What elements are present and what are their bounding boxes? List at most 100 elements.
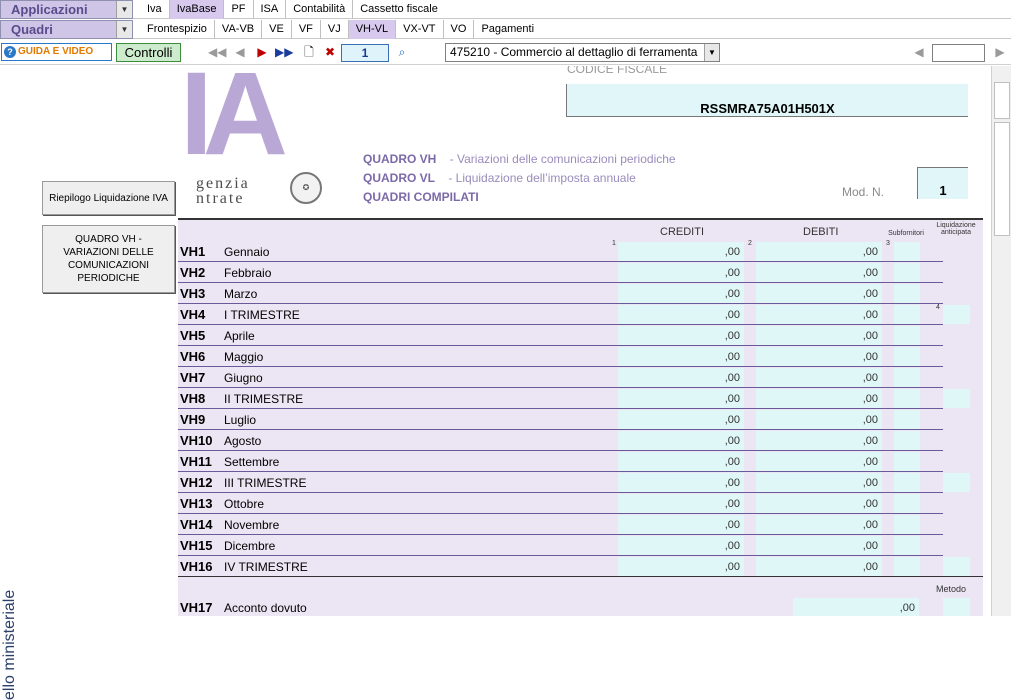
debiti-field[interactable]: ,00: [756, 494, 882, 513]
liquidazione-anticipata-field[interactable]: [943, 473, 970, 492]
tab-pf[interactable]: PF: [224, 0, 254, 19]
subfornitori-field[interactable]: [894, 536, 920, 555]
row-label: III TRIMESTRE: [224, 476, 307, 490]
crediti-field[interactable]: ,00: [618, 305, 744, 324]
applicazioni-dropdown[interactable]: Applicazioni ▼: [0, 0, 133, 19]
guida-video-button[interactable]: ? GUIDA E VIDEO: [1, 43, 112, 61]
debiti-field[interactable]: ,00: [756, 368, 882, 387]
prev-page-icon[interactable]: ◀: [233, 45, 247, 59]
debiti-field[interactable]: ,00: [756, 347, 882, 366]
subfornitori-field[interactable]: [894, 368, 920, 387]
debiti-field[interactable]: ,00: [756, 431, 882, 450]
tab-vj[interactable]: VJ: [321, 20, 349, 39]
next-page-icon[interactable]: ▶: [255, 45, 269, 59]
quadro-vh-button[interactable]: QUADRO VH - VARIAZIONI DELLE COMUNICAZIO…: [42, 225, 175, 293]
tab-pagamenti[interactable]: Pagamenti: [474, 20, 541, 39]
debiti-field[interactable]: ,00: [756, 557, 882, 576]
chevron-down-icon[interactable]: ▼: [116, 1, 132, 18]
subfornitori-field[interactable]: [894, 515, 920, 534]
subfornitori-field[interactable]: [894, 347, 920, 366]
subfornitori-field[interactable]: [894, 389, 920, 408]
tab-ve[interactable]: VE: [262, 20, 292, 39]
liquidazione-anticipata-field[interactable]: [943, 557, 970, 576]
tab-vf[interactable]: VF: [292, 20, 321, 39]
scroll-thumb[interactable]: [994, 82, 1010, 119]
debiti-field[interactable]: ,00: [756, 305, 882, 324]
crediti-field[interactable]: ,00: [618, 494, 744, 513]
chevron-down-icon[interactable]: ▼: [704, 44, 719, 61]
subfornitori-field[interactable]: [894, 410, 920, 429]
crediti-field[interactable]: ,00: [618, 452, 744, 471]
search-page-icon[interactable]: ⌕: [395, 45, 409, 59]
subfornitori-field[interactable]: [894, 284, 920, 303]
tab-frontespizio[interactable]: Frontespizio: [140, 20, 215, 39]
subfornitori-field[interactable]: [894, 473, 920, 492]
subfornitori-field[interactable]: [894, 452, 920, 471]
tab-contabilita[interactable]: Contabilità: [286, 0, 354, 19]
new-page-icon[interactable]: 🗋: [302, 45, 316, 59]
debiti-field[interactable]: ,00: [756, 452, 882, 471]
subfornitori-field[interactable]: [894, 431, 920, 450]
last-page-icon[interactable]: ▶▶: [275, 45, 293, 59]
tab-iva[interactable]: Iva: [140, 0, 170, 19]
debiti-field[interactable]: ,00: [756, 410, 882, 429]
debiti-field[interactable]: ,00: [756, 284, 882, 303]
activity-select[interactable]: 475210 - Commercio al dettaglio di ferra…: [445, 43, 720, 62]
acconto-dovuto-field[interactable]: ,00: [793, 598, 919, 616]
crediti-field[interactable]: ,00: [618, 473, 744, 492]
crediti-field[interactable]: ,00: [618, 557, 744, 576]
first-page-icon[interactable]: ◀◀: [208, 45, 226, 59]
riepilogo-liquidazione-button[interactable]: Riepilogo Liquidazione IVA: [42, 181, 175, 215]
crediti-field[interactable]: ,00: [618, 326, 744, 345]
crediti-field[interactable]: ,00: [618, 368, 744, 387]
tab-va-vb[interactable]: VA-VB: [215, 20, 263, 39]
tab-ivabase[interactable]: IvaBase: [169, 0, 225, 19]
vertical-scrollbar[interactable]: [991, 66, 1011, 616]
crediti-field[interactable]: ,00: [618, 515, 744, 534]
subfornitori-field[interactable]: [894, 263, 920, 282]
subfornitori-field[interactable]: [894, 305, 920, 324]
subfornitori-field[interactable]: [894, 242, 920, 261]
crediti-field[interactable]: ,00: [618, 410, 744, 429]
tab-isa[interactable]: ISA: [254, 0, 287, 19]
table-row: VH9 Luglio ,00 ,00: [178, 409, 983, 430]
liquidazione-anticipata-field[interactable]: [943, 389, 970, 408]
debiti-field[interactable]: ,00: [756, 389, 882, 408]
scroll-track[interactable]: [994, 122, 1010, 236]
crediti-field[interactable]: ,00: [618, 347, 744, 366]
debiti-field[interactable]: ,00: [756, 242, 882, 261]
row-label: IV TRIMESTRE: [224, 560, 308, 574]
tab-vh-vl[interactable]: VH-VL: [348, 20, 397, 39]
delete-page-icon[interactable]: ✖: [323, 45, 337, 59]
row-label: II TRIMESTRE: [224, 392, 304, 406]
liquidazione-anticipata-field[interactable]: [943, 305, 970, 324]
page-number-field[interactable]: 1: [341, 44, 389, 62]
crediti-field[interactable]: ,00: [618, 389, 744, 408]
codice-fiscale-field[interactable]: RSSMRA75A01H501X: [566, 84, 968, 117]
subfornitori-field[interactable]: [894, 326, 920, 345]
tab-vo[interactable]: VO: [444, 20, 475, 39]
goto-field[interactable]: [932, 44, 985, 62]
debiti-field[interactable]: ,00: [756, 515, 882, 534]
debiti-field[interactable]: ,00: [756, 536, 882, 555]
subfornitori-field[interactable]: [894, 494, 920, 513]
tab-cassetto-fiscale[interactable]: Cassetto fiscale: [353, 0, 445, 19]
debiti-field[interactable]: ,00: [756, 473, 882, 492]
scroll-left-icon[interactable]: ◀: [912, 45, 926, 59]
debiti-field[interactable]: ,00: [756, 326, 882, 345]
controlli-button[interactable]: Controlli: [116, 43, 181, 62]
crediti-field[interactable]: ,00: [618, 536, 744, 555]
row-label: Acconto dovuto: [224, 601, 307, 615]
tab-vx-vt[interactable]: VX-VT: [396, 20, 444, 39]
crediti-field[interactable]: ,00: [618, 431, 744, 450]
mod-n-field[interactable]: 1: [917, 167, 968, 199]
subfornitori-field[interactable]: [894, 557, 920, 576]
chevron-down-icon[interactable]: ▼: [116, 21, 132, 38]
quadri-dropdown[interactable]: Quadri ▼: [0, 20, 133, 39]
metodo-field[interactable]: [943, 598, 970, 616]
crediti-field[interactable]: ,00: [618, 263, 744, 282]
crediti-field[interactable]: ,00: [618, 242, 744, 261]
crediti-field[interactable]: ,00: [618, 284, 744, 303]
debiti-field[interactable]: ,00: [756, 263, 882, 282]
scroll-right-icon[interactable]: ▶: [993, 45, 1007, 59]
